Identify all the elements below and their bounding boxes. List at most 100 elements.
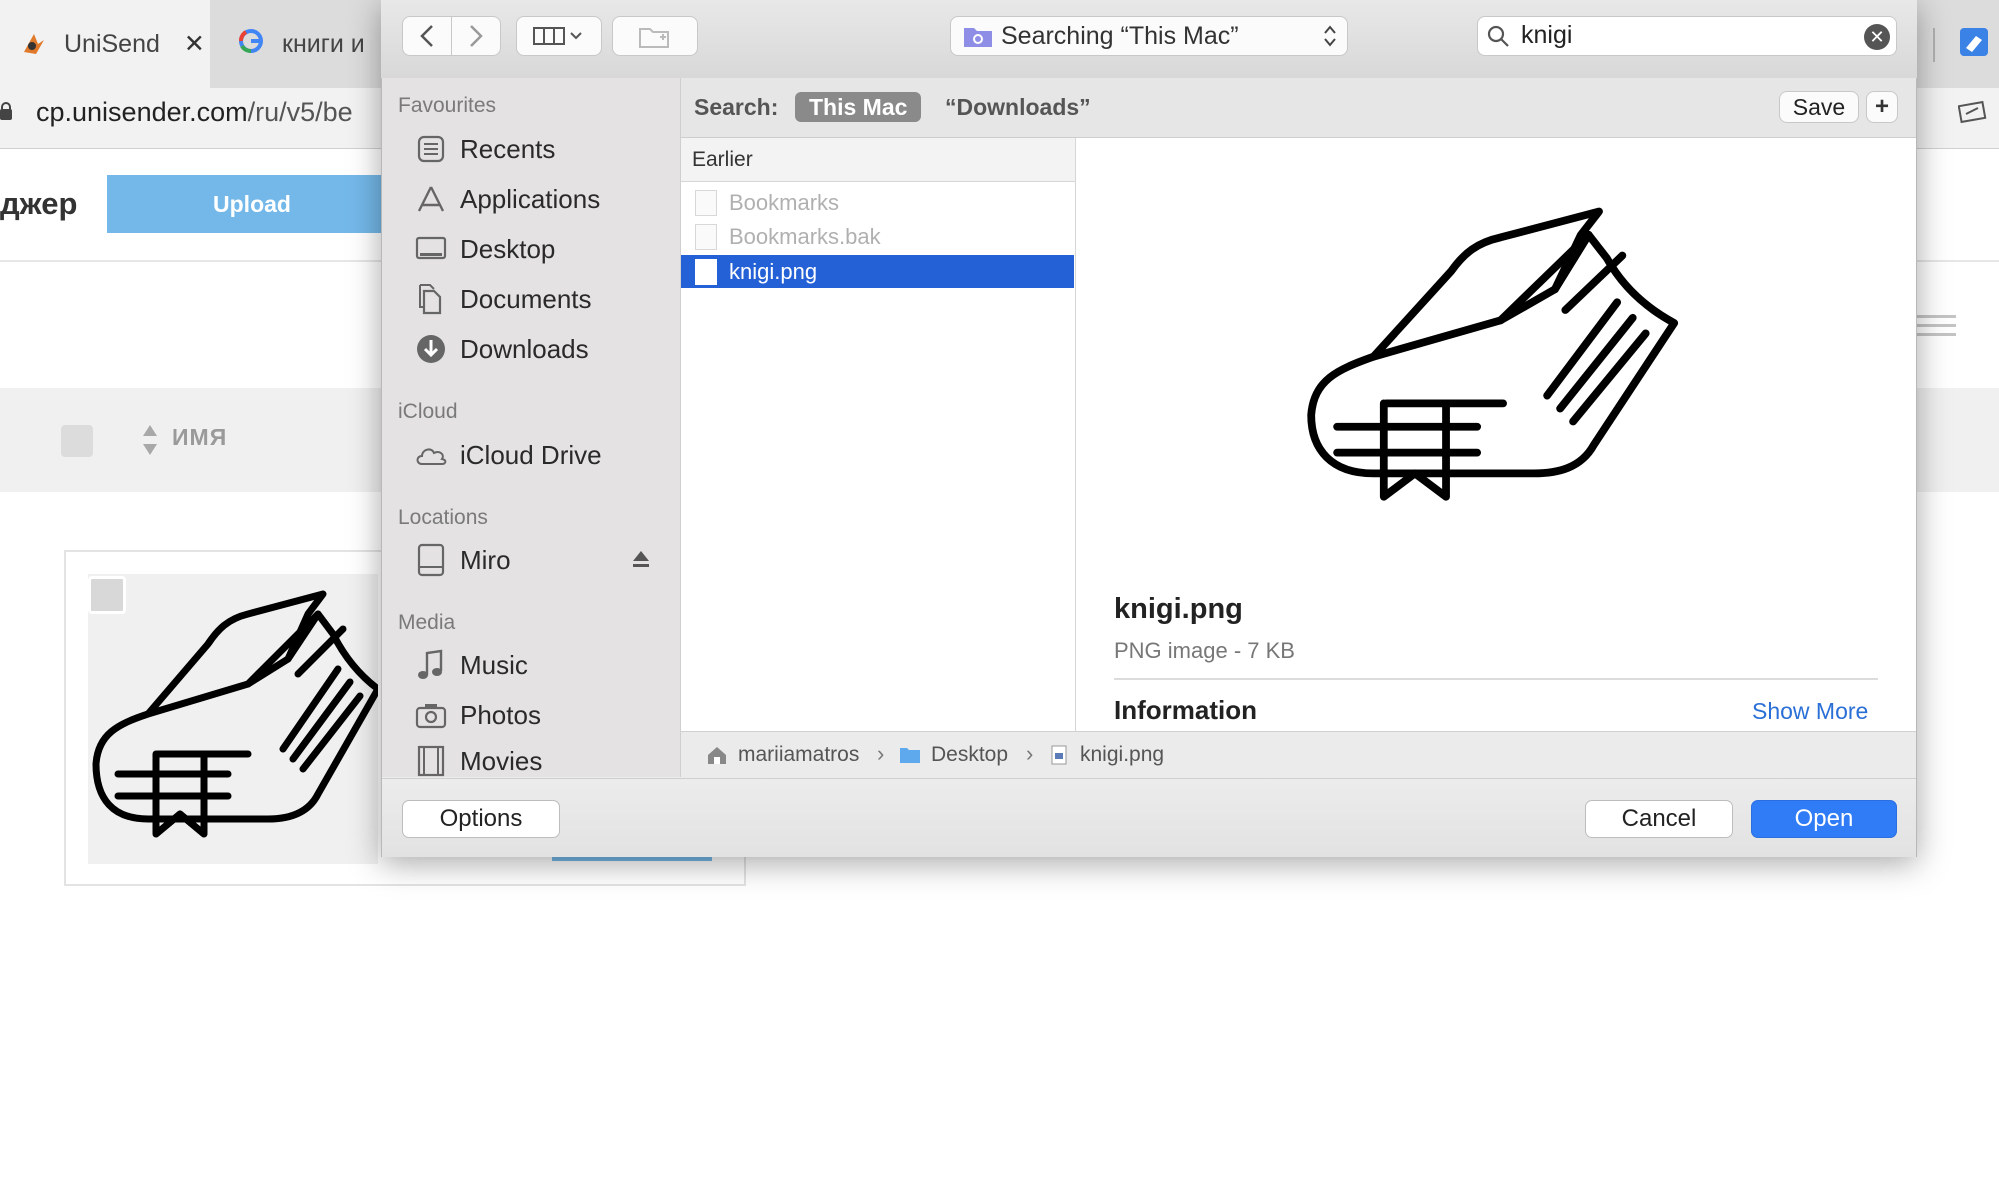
path-item-file[interactable]: knigi.png — [1048, 743, 1164, 767]
path-bar — [681, 731, 1916, 778]
film-icon — [414, 745, 448, 777]
location-popup[interactable]: Searching “This Mac” — [950, 16, 1348, 56]
search-icon — [1486, 24, 1510, 48]
view-mode-button[interactable] — [516, 16, 602, 56]
sort-icon[interactable] — [142, 423, 158, 457]
file-name: knigi.png — [729, 258, 818, 284]
search-folder-icon — [964, 28, 992, 47]
preview-file-kind: PNG image - 7 KB — [1114, 638, 1295, 663]
downloads-icon — [414, 332, 448, 366]
chevron-right-icon — [470, 25, 483, 47]
home-icon — [708, 747, 726, 764]
select-all-checkbox[interactable] — [61, 425, 93, 457]
path-label: mariiamatros — [738, 743, 860, 766]
divider — [1114, 678, 1878, 680]
sidebar-item-photos[interactable]: Photos — [414, 695, 541, 735]
tab-label: книги и — [282, 29, 365, 58]
music-icon — [414, 648, 448, 682]
scope-this-mac-button[interactable]: This Mac — [795, 92, 922, 122]
sidebar-item-miro[interactable]: Miro — [414, 540, 511, 580]
new-folder-button[interactable] — [612, 16, 698, 56]
sidebar-item-movies[interactable]: Movies — [414, 745, 542, 777]
file-name: Bookmarks — [729, 189, 840, 215]
list-group-label: Earlier — [692, 148, 753, 171]
path-label: knigi.png — [1080, 743, 1165, 766]
sidebar-item-label: Downloads — [460, 333, 589, 364]
edit-icon[interactable] — [1957, 98, 1988, 124]
extension-icon[interactable] — [1958, 26, 1990, 58]
back-button[interactable] — [402, 16, 452, 56]
path-item-desktop[interactable]: Desktop — [899, 743, 1008, 767]
columns-view-icon — [533, 27, 582, 45]
file-name: Bookmarks.bak — [729, 223, 881, 249]
sidebar-item-desktop[interactable]: Desktop — [414, 229, 555, 269]
sidebar-item-recents[interactable]: Recents — [414, 129, 555, 169]
sidebar-heading-icloud: iCloud — [398, 400, 458, 423]
url-host: cp.unisender.com — [36, 97, 248, 127]
updown-chevron-icon — [1324, 25, 1336, 47]
menu-icon[interactable] — [1916, 315, 1956, 337]
scope-downloads-button[interactable]: “Downloads” — [945, 94, 1091, 121]
desktop-icon — [414, 232, 448, 266]
sidebar-item-icloud-drive[interactable]: iCloud Drive — [414, 435, 602, 475]
sidebar-item-label: Miro — [460, 544, 511, 575]
path-separator: › — [877, 741, 885, 766]
folder-icon — [900, 748, 920, 763]
cloud-icon — [414, 438, 448, 472]
toolbar-divider — [1933, 28, 1935, 62]
information-heading: Information — [1114, 695, 1257, 725]
search-input[interactable]: knigi — [1521, 21, 1572, 50]
sidebar-item-applications[interactable]: Applications — [414, 179, 600, 219]
sidebar-item-documents[interactable]: Documents — [414, 279, 592, 319]
show-more-link[interactable]: Show More — [1752, 698, 1868, 725]
sidebar-heading-media: Media — [398, 611, 456, 634]
location-label: Searching “This Mac” — [1001, 21, 1239, 50]
clear-search-icon[interactable]: ✕ — [1864, 24, 1890, 50]
sidebar-item-label: iCloud Drive — [460, 439, 602, 470]
forward-button[interactable] — [451, 16, 501, 56]
url-path: /ru/v5/be — [247, 97, 353, 127]
scope-label: Search: — [694, 94, 779, 120]
path-separator: › — [1026, 741, 1034, 766]
sidebar-item-label: Recents — [460, 133, 556, 164]
sidebar-heading-favourites: Favourites — [398, 94, 497, 117]
tab-close-icon[interactable]: ✕ — [184, 29, 205, 59]
sidebar-item-label: Desktop — [460, 233, 556, 264]
page-title: джер — [0, 186, 78, 221]
sidebar-item-label: Music — [460, 649, 528, 680]
sidebar-item-downloads[interactable]: Downloads — [414, 329, 589, 369]
list-item[interactable]: Bookmarks — [681, 186, 1074, 219]
applications-icon — [414, 182, 448, 216]
save-search-button[interactable]: Save — [1779, 91, 1859, 123]
sidebar-item-music[interactable]: Music — [414, 645, 528, 685]
google-icon — [238, 28, 264, 61]
documents-icon — [414, 282, 448, 316]
column-name-header[interactable]: ИМЯ — [172, 424, 227, 451]
tab-unisender[interactable]: UniSend ✕ — [0, 0, 210, 88]
add-criteria-button[interactable]: + — [1866, 91, 1898, 123]
open-button[interactable]: Open — [1751, 800, 1897, 838]
cancel-button[interactable]: Cancel — [1585, 800, 1733, 838]
sidebar-heading-locations: Locations — [398, 506, 488, 529]
sidebar-item-label: Movies — [460, 745, 543, 776]
card-checkbox[interactable] — [88, 576, 126, 614]
book-image-thumbnail[interactable] — [88, 574, 382, 864]
options-button[interactable]: Options — [402, 800, 560, 838]
list-item-selected[interactable]: knigi.png — [681, 255, 1074, 288]
camera-icon — [414, 698, 448, 732]
new-folder-icon — [639, 28, 669, 48]
chevron-left-icon — [420, 25, 433, 47]
image-file-icon — [1051, 745, 1067, 765]
book-image-preview — [1306, 188, 1682, 528]
list-item[interactable]: Bookmarks.bak — [681, 220, 1074, 253]
disk-icon — [414, 543, 448, 577]
url-text[interactable]: cp.unisender.com/ru/v5/be — [36, 97, 353, 128]
preview-file-name: knigi.png — [1114, 593, 1243, 625]
recents-icon — [414, 132, 448, 166]
document-icon — [695, 223, 717, 250]
sidebar-item-label: Applications — [460, 183, 601, 214]
sidebar-item-label: Photos — [460, 699, 541, 730]
upload-button[interactable]: Upload — [107, 175, 397, 233]
eject-icon[interactable] — [631, 549, 651, 569]
path-item-home[interactable]: mariiamatros — [706, 743, 859, 767]
